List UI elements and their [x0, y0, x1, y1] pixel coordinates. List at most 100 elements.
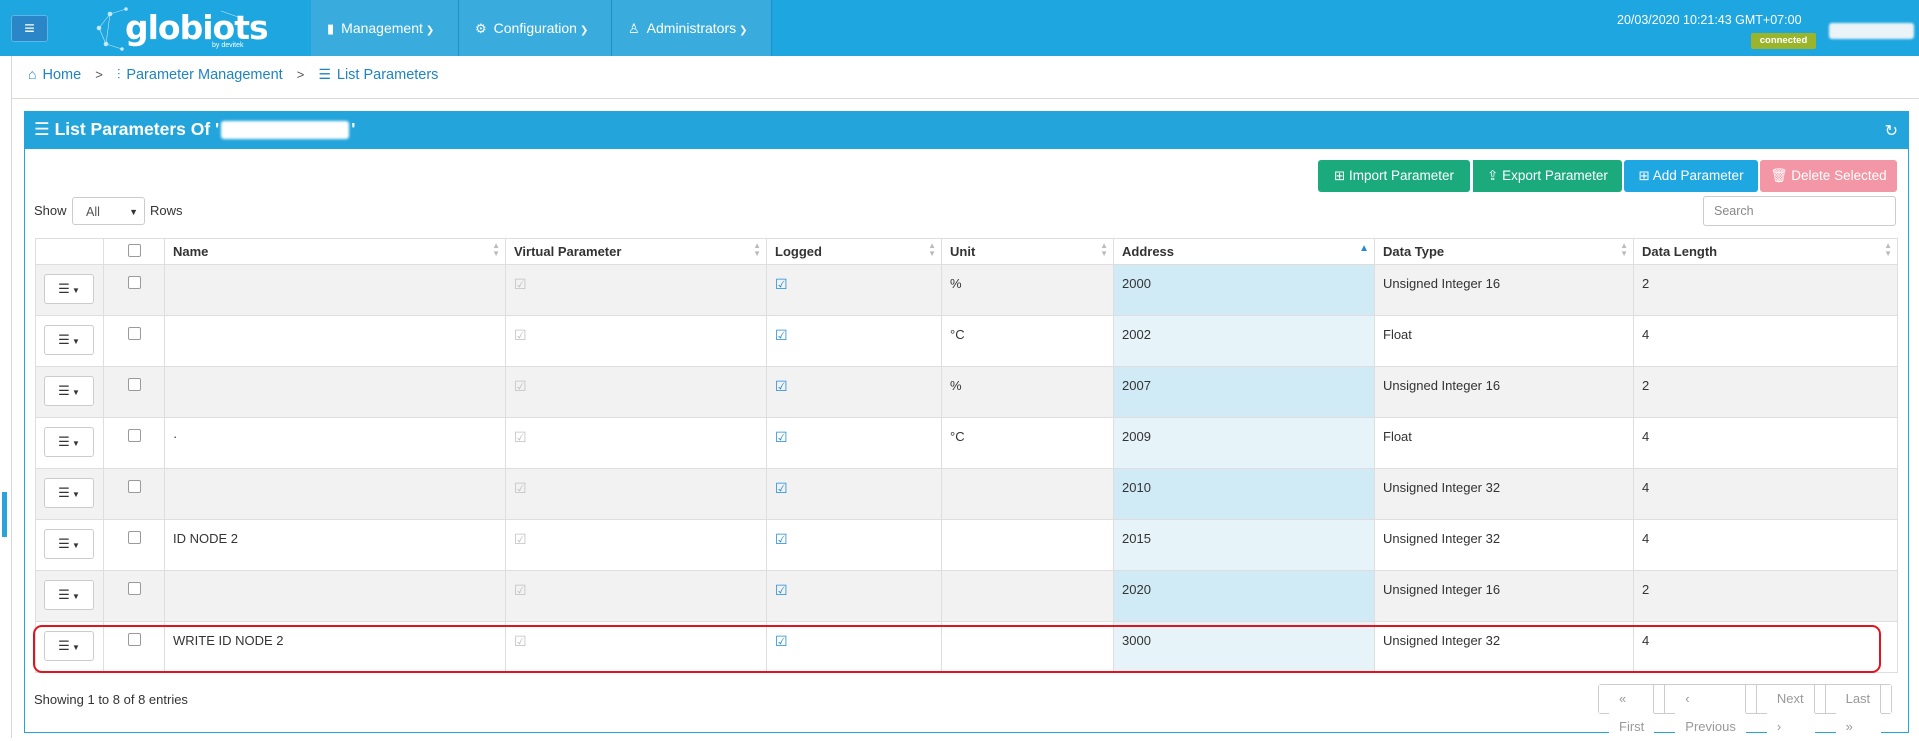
data-type-cell: Float: [1374, 417, 1634, 469]
row-checkbox[interactable]: [127, 276, 141, 289]
address-cell: 2010: [1113, 468, 1375, 520]
col-virtual-parameter[interactable]: Virtual Parameter ▲ ▼: [505, 238, 767, 265]
rows-per-page-select[interactable]: All ▼: [72, 197, 145, 225]
address-cell: 2015: [1113, 519, 1375, 571]
virtual-parameter-cell: ☑: [505, 621, 767, 673]
user-menu[interactable]: [1829, 23, 1914, 39]
table-row[interactable]: ☰ ▼ ☑ ☑% 2007 Unsigned Integer 16 2: [35, 366, 1898, 418]
row-checkbox[interactable]: [127, 327, 141, 340]
col-data-type[interactable]: Data Type ▲ ▼: [1374, 238, 1634, 265]
row-checkbox[interactable]: [127, 429, 141, 442]
table-row[interactable]: ☰ ▼ ☑ ☑ 2020 Unsigned Integer 16 2: [35, 570, 1898, 622]
row-actions-button[interactable]: ☰ ▼: [44, 274, 94, 304]
sort-icon: ▲ ▼: [753, 241, 761, 258]
checked-box-icon: ☑: [775, 429, 788, 445]
virtual-parameter-cell: ☑: [505, 519, 767, 571]
logo[interactable]: globiots by devitek: [96, 6, 269, 52]
virtual-parameter-cell: ☑: [505, 468, 767, 520]
col-address[interactable]: Address ▲: [1113, 238, 1375, 265]
pager-last-label: Last: [1835, 685, 1882, 713]
breadcrumb-parameter-management[interactable]: Parameter Management: [126, 67, 282, 83]
list-icon: ☰: [58, 587, 70, 602]
pager-first-label: First: [1609, 713, 1655, 741]
panel-header: ☰ List Parameters Of ' ' ↻: [25, 112, 1908, 149]
checked-box-disabled-icon: ☑: [514, 327, 527, 343]
delete-selected-button[interactable]: 🗑 Delete Selected: [1760, 160, 1897, 192]
caret-down-icon: ▼: [129, 207, 138, 217]
hamburger-menu-button[interactable]: ≡: [11, 15, 48, 42]
row-actions-button[interactable]: ☰ ▼: [44, 478, 94, 508]
list-icon: ☰: [34, 119, 50, 139]
row-select-cell: [103, 315, 165, 367]
row-actions-cell: ☰ ▼: [35, 621, 104, 673]
checked-box-disabled-icon: ☑: [514, 429, 527, 445]
logged-cell: ☑: [766, 468, 942, 520]
nav-configuration[interactable]: ⚙ Configuration ❯: [459, 0, 612, 56]
row-actions-cell: ☰ ▼: [35, 519, 104, 571]
col-unit[interactable]: Unit ▲ ▼: [941, 238, 1114, 265]
row-actions-cell: ☰ ▼: [35, 315, 104, 367]
import-parameter-button[interactable]: ⊞ Import Parameter: [1318, 160, 1470, 192]
data-type-cell: Unsigned Integer 32: [1374, 468, 1634, 520]
checked-box-disabled-icon: ☑: [514, 633, 527, 649]
nav-management[interactable]: ▮ Management ❯: [311, 0, 459, 56]
col-logged[interactable]: Logged ▲ ▼: [766, 238, 942, 265]
logged-cell: ☑: [766, 570, 942, 622]
col-virtual-parameter-label: Virtual Parameter: [514, 244, 622, 259]
row-checkbox[interactable]: [127, 378, 141, 391]
name-cell: [164, 468, 506, 520]
col-data-length[interactable]: Data Length ▲ ▼: [1633, 238, 1898, 265]
battery-icon: ▮: [327, 21, 335, 36]
row-select-cell: [103, 468, 165, 520]
breadcrumb-home[interactable]: Home: [42, 67, 81, 83]
col-unit-label: Unit: [950, 244, 976, 259]
unit-cell: °C: [941, 417, 1114, 469]
nav-administrators[interactable]: ♙ Administrators ❯: [612, 0, 772, 56]
row-checkbox[interactable]: [127, 582, 141, 595]
table-row[interactable]: ☰ ▼ ID NODE 2 ☑ ☑ 2015 Unsigned Integer 32 4: [35, 519, 1898, 571]
address-cell: 2020: [1113, 570, 1375, 622]
caret-down-icon: ▼: [69, 439, 80, 448]
name-cell: WRITE ID NODE 2: [164, 621, 506, 673]
table-row[interactable]: ☰ ▼ ☑ ☑% 2000 Unsigned Integer 16 2: [35, 264, 1898, 316]
col-name[interactable]: Name ▲ ▼: [164, 238, 506, 265]
search-input[interactable]: [1703, 196, 1896, 226]
unit-cell: [941, 468, 1114, 520]
pager-last[interactable]: Last »: [1825, 685, 1892, 741]
row-actions-button[interactable]: ☰ ▼: [44, 325, 94, 355]
sort-icon: ▲ ▼: [928, 241, 936, 258]
sidebar-collapse-handle[interactable]: [2, 492, 7, 537]
table-row[interactable]: ☰ ▼ WRITE ID NODE 2 ☑ ☑ 3000 Unsigned Integer…: [35, 621, 1898, 673]
breadcrumb-list-parameters[interactable]: List Parameters: [337, 67, 439, 83]
table-row[interactable]: ☰ ▼ · ☑ ☑ °C 2009 Float 4: [35, 417, 1898, 469]
checked-box-icon: ☑: [775, 276, 788, 292]
pager-previous[interactable]: ‹ Previous: [1665, 685, 1757, 741]
refresh-icon[interactable]: ↻: [1885, 121, 1898, 141]
select-all-checkbox[interactable]: [127, 244, 141, 257]
sidebar-divider: [11, 56, 12, 738]
row-actions-button[interactable]: ☰ ▼: [44, 529, 94, 559]
row-actions-button[interactable]: ☰ ▼: [44, 631, 94, 661]
row-actions-button[interactable]: ☰ ▼: [44, 376, 94, 406]
row-checkbox[interactable]: [127, 531, 141, 544]
pager-first[interactable]: « First: [1599, 685, 1666, 741]
col-data-type-label: Data Type: [1383, 244, 1445, 259]
table-row[interactable]: ☰ ▼ ☑ ☑ °C 2002 Float 4: [35, 315, 1898, 367]
row-actions-button[interactable]: ☰ ▼: [44, 580, 94, 610]
sort-icon: ▲ ▼: [1620, 241, 1628, 258]
data-length-cell: 4: [1633, 315, 1898, 367]
parameters-table: Name ▲ ▼ Virtual Parameter ▲ ▼ Logged ▲ ▼ Unit…: [35, 238, 1898, 673]
data-type-cell: Float: [1374, 315, 1634, 367]
rows-per-page-value: All: [86, 205, 100, 219]
data-type-cell: Unsigned Integer 32: [1374, 621, 1634, 673]
caret-down-icon: ▼: [69, 337, 80, 346]
row-checkbox[interactable]: [127, 633, 141, 646]
sort-icon: ▲ ▼: [492, 241, 500, 258]
export-parameter-button[interactable]: ⇪ Export Parameter: [1470, 160, 1622, 192]
row-actions-button[interactable]: ☰ ▼: [44, 427, 94, 457]
pager-next[interactable]: Next ›: [1756, 685, 1826, 741]
table-row[interactable]: ☰ ▼ ☑ ☑ 2010 Unsigned Integer 32 4: [35, 468, 1898, 520]
add-parameter-button[interactable]: ⊞ Add Parameter: [1624, 160, 1758, 192]
row-checkbox[interactable]: [127, 480, 141, 493]
data-type-cell: Unsigned Integer 16: [1374, 570, 1634, 622]
